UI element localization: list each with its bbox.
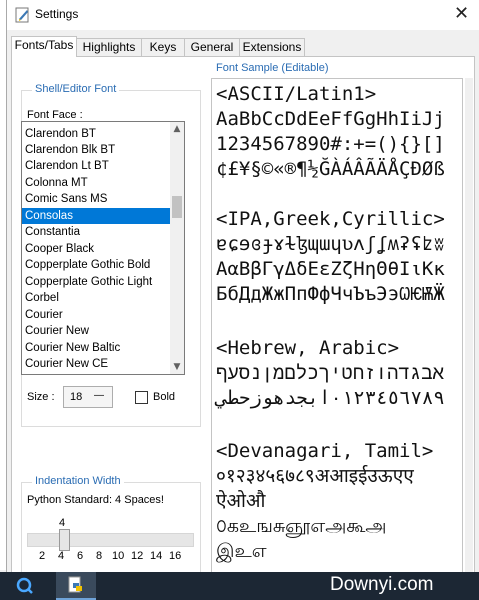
scroll-down-icon[interactable]: ▼ (170, 360, 184, 374)
sample-line: ΑαΒβΓγΔδΕεΖζΗηΘθΙιΚκ (216, 258, 445, 280)
indent-slider-track[interactable] (27, 533, 194, 547)
sample-line: ऐओऔ (216, 490, 266, 512)
list-item[interactable]: Comic Sans MS (22, 191, 173, 207)
python-icon (68, 576, 82, 593)
list-item-selected[interactable]: Consolas (22, 208, 173, 224)
title-bar: Settings ✕ (7, 0, 479, 30)
list-item[interactable]: Courier (22, 307, 173, 323)
slider-tick: 6 (77, 550, 84, 562)
sample-line: ɐɕɘɞɟɤɫɮɰɯɥʋʌʃʆʍʡʢʫʬ (216, 233, 445, 255)
sample-line: இஉஎ (216, 540, 267, 562)
slider-tick: 16 (169, 550, 182, 562)
tab-fonts-tabs[interactable]: Fonts/Tabs (11, 36, 77, 57)
sample-line: אבגדהוזחטיךכלםמןנסעף (216, 362, 445, 384)
sample-line: <Hebrew, Arabic> (216, 337, 400, 359)
list-item[interactable]: Colonna MT (22, 175, 173, 191)
list-item[interactable]: Clarendon BT (22, 126, 173, 142)
list-item[interactable]: Constantia (22, 224, 173, 240)
slider-tick: 10 (112, 550, 125, 562)
window-title: Settings (35, 7, 79, 21)
list-item[interactable]: Cooper Black (22, 241, 173, 257)
indent-description: Python Standard: 4 Spaces! (27, 494, 164, 506)
taskbar-app-button[interactable] (4, 572, 44, 600)
indent-group-title: Indentation Width (32, 475, 124, 487)
slider-tick: 4 (58, 550, 65, 562)
indent-value: 4 (59, 517, 66, 529)
sample-line: БбДдЖжПпФфЧчЪъЭэѠѤѬӜ (216, 283, 445, 305)
list-item[interactable]: Copperplate Gothic Light (22, 274, 173, 290)
python-feather-icon (15, 7, 29, 23)
size-value: 18 (70, 391, 83, 403)
search-icon (16, 577, 33, 594)
chevron-down-icon: — (94, 390, 104, 401)
slider-tick: 14 (150, 550, 163, 562)
list-item[interactable]: Clarendon Lt BT (22, 158, 173, 174)
settings-window: Settings ✕ Fonts/Tabs Highlights Keys Ge… (6, 0, 479, 584)
sample-scrollbar[interactable] (465, 78, 473, 572)
slider-tick: 12 (131, 550, 144, 562)
tab-highlights[interactable]: Highlights (76, 38, 142, 56)
watermark-text: Downyi.com (330, 574, 434, 595)
list-item[interactable]: Courier New CE (22, 356, 173, 372)
slider-tick: 8 (96, 550, 103, 562)
font-face-list[interactable]: Clarendon BT Clarendon Blk BT Clarendon … (21, 121, 185, 375)
sample-line: ¢£¥§©«®¶½ĞÀÁÂÃÄÅÇÐØß (216, 158, 445, 180)
bold-label: Bold (153, 391, 176, 403)
sample-line: <IPA,Greek,Cyrillic> (216, 208, 445, 230)
size-label: Size : (27, 391, 55, 403)
sample-line: ०१२३४५६७८९अआइईउऊएए (216, 465, 414, 487)
bold-checkbox[interactable] (135, 391, 148, 404)
indent-slider-thumb[interactable] (59, 529, 70, 551)
list-item[interactable]: Copperplate Gothic Bold (22, 257, 173, 273)
font-sample-textarea[interactable]: <ASCII/Latin1> AaBbCcDdEeFfGgHhIiJj 1234… (211, 78, 463, 573)
scroll-up-icon[interactable]: ▲ (170, 122, 184, 136)
size-dropdown[interactable]: 18 — (63, 386, 113, 408)
taskbar-python-button[interactable] (56, 572, 96, 600)
list-item[interactable]: Clarendon Blk BT (22, 142, 173, 158)
close-button[interactable]: ✕ (443, 0, 479, 30)
tab-extensions[interactable]: Extensions (239, 38, 305, 56)
sample-line: <ASCII/Latin1> (216, 83, 377, 105)
sample-line: <Devanagari, Tamil> (216, 440, 434, 462)
list-item[interactable]: Courier New (22, 323, 173, 339)
font-list-scrollbar[interactable]: ▲ ▼ (170, 122, 184, 374)
slider-tick: 2 (39, 550, 46, 562)
sample-line: ٠١٢٣٤٥٦٧٨٩ابجدهوزحطي (216, 387, 445, 409)
font-group-title: Shell/Editor Font (32, 83, 120, 95)
sample-group-title: Font Sample (Editable) (213, 62, 332, 74)
list-item[interactable]: Courier New Baltic (22, 340, 173, 356)
tab-general[interactable]: General (184, 38, 240, 56)
font-face-label: Font Face : (27, 109, 83, 121)
sample-line: ௦கஉஙசுஞூஎஅகூஅ (216, 515, 387, 537)
scroll-thumb[interactable] (172, 196, 182, 218)
sample-line: 1234567890#:+=(){}[] (216, 133, 445, 155)
sample-line: AaBbCcDdEeFfGgHhIiJj (216, 108, 445, 130)
tab-keys[interactable]: Keys (141, 38, 185, 56)
list-item[interactable]: Corbel (22, 290, 173, 306)
